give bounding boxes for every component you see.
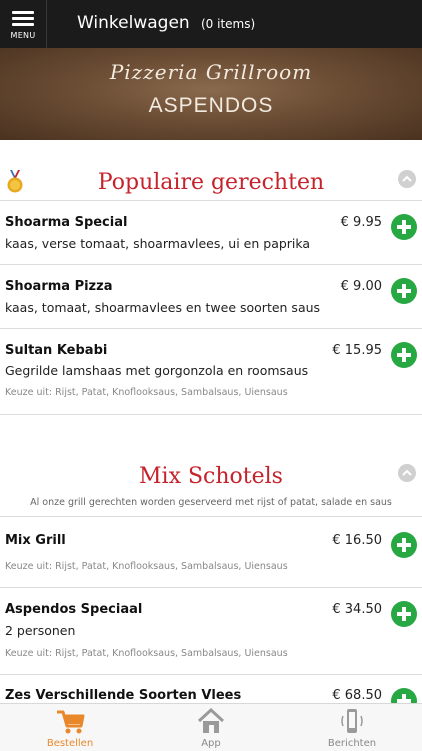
item-price: € 15.95 bbox=[332, 343, 382, 358]
hamburger-icon bbox=[12, 8, 34, 29]
menu-item[interactable]: Mix Grill € 16.50 Keuze uit: Rijst, Pata… bbox=[0, 516, 422, 587]
top-bar: MENU Winkelwagen (0 items) bbox=[0, 0, 422, 48]
item-description: 2 personen bbox=[5, 623, 76, 638]
add-button[interactable] bbox=[391, 342, 417, 368]
menu-label: MENU bbox=[10, 31, 36, 40]
collapse-button[interactable] bbox=[398, 464, 416, 482]
section-title: Populaire gerechten bbox=[97, 170, 325, 195]
phone-icon bbox=[341, 709, 363, 733]
home-icon bbox=[197, 707, 225, 733]
item-price: € 34.50 bbox=[332, 602, 382, 617]
tab-app[interactable]: App bbox=[141, 704, 281, 751]
menu-item[interactable]: Aspendos Speciaal € 34.50 2 personen Keu… bbox=[0, 587, 422, 674]
item-choice: Keuze uit: Rijst, Patat, Knoflooksaus, S… bbox=[5, 561, 288, 572]
restaurant-banner: Pizzeria Grillroom ASPENDOS bbox=[0, 48, 422, 140]
menu-item[interactable]: Shoarma Pizza € 9.00 kaas, tomaat, shoar… bbox=[0, 264, 422, 328]
section-subtitle: Al onze grill gerechten worden geserveer… bbox=[30, 497, 392, 508]
item-description: Gegrilde lamshaas met gorgonzola en room… bbox=[5, 363, 309, 378]
add-button[interactable] bbox=[391, 532, 417, 558]
item-name: Aspendos Speciaal bbox=[5, 602, 143, 617]
cart-icon bbox=[57, 710, 85, 734]
item-choice: Keuze uit: Rijst, Patat, Knoflooksaus, S… bbox=[5, 387, 288, 398]
menu-button[interactable]: MENU bbox=[0, 0, 47, 48]
add-button[interactable] bbox=[391, 688, 417, 704]
chevron-up-icon bbox=[402, 469, 412, 476]
item-name: Sultan Kebabi bbox=[5, 343, 108, 358]
item-price: € 9.95 bbox=[340, 215, 382, 230]
item-name: Shoarma Pizza bbox=[5, 279, 113, 294]
item-name: Mix Grill bbox=[5, 533, 66, 548]
tab-bestellen[interactable]: Bestellen bbox=[0, 704, 140, 751]
cart-count: (0 items) bbox=[201, 17, 256, 31]
tab-label: Bestellen bbox=[46, 738, 94, 749]
banner-script-text: Pizzeria Grillroom bbox=[109, 60, 313, 84]
menu-item[interactable]: Zes Verschillende Soorten Vlees € 68.50 bbox=[0, 674, 422, 704]
add-button[interactable] bbox=[391, 214, 417, 240]
item-name: Zes Verschillende Soorten Vlees bbox=[5, 688, 242, 703]
add-button[interactable] bbox=[391, 601, 417, 627]
tab-label: App bbox=[201, 738, 221, 749]
collapse-button[interactable] bbox=[398, 170, 416, 188]
item-description: kaas, verse tomaat, shoarmavlees, ui en … bbox=[5, 236, 311, 251]
item-choice: Keuze uit: Rijst, Patat, Knoflooksaus, S… bbox=[5, 648, 288, 659]
item-description: kaas, tomaat, shoarmavlees en twee soort… bbox=[5, 300, 321, 315]
menu-item[interactable]: Shoarma Special € 9.95 kaas, verse tomaa… bbox=[0, 200, 422, 264]
banner-restaurant-name: ASPENDOS bbox=[148, 94, 274, 117]
item-price: € 68.50 bbox=[332, 688, 382, 703]
menu-item[interactable]: Sultan Kebabi € 15.95 Gegrilde lamshaas … bbox=[0, 328, 422, 415]
item-price: € 9.00 bbox=[340, 279, 382, 294]
tab-berichten[interactable]: Berichten bbox=[282, 704, 422, 751]
item-name: Shoarma Special bbox=[5, 215, 128, 230]
chevron-up-icon bbox=[402, 175, 412, 182]
section-title: Mix Schotels bbox=[139, 464, 283, 489]
item-price: € 16.50 bbox=[332, 533, 382, 548]
cart-title[interactable]: Winkelwagen bbox=[77, 13, 190, 33]
section-header-mix-schotels: Mix Schotels bbox=[0, 460, 422, 500]
bottom-tab-bar: Bestellen App Berichten bbox=[0, 703, 422, 751]
add-button[interactable] bbox=[391, 278, 417, 304]
tab-label: Berichten bbox=[327, 738, 377, 749]
